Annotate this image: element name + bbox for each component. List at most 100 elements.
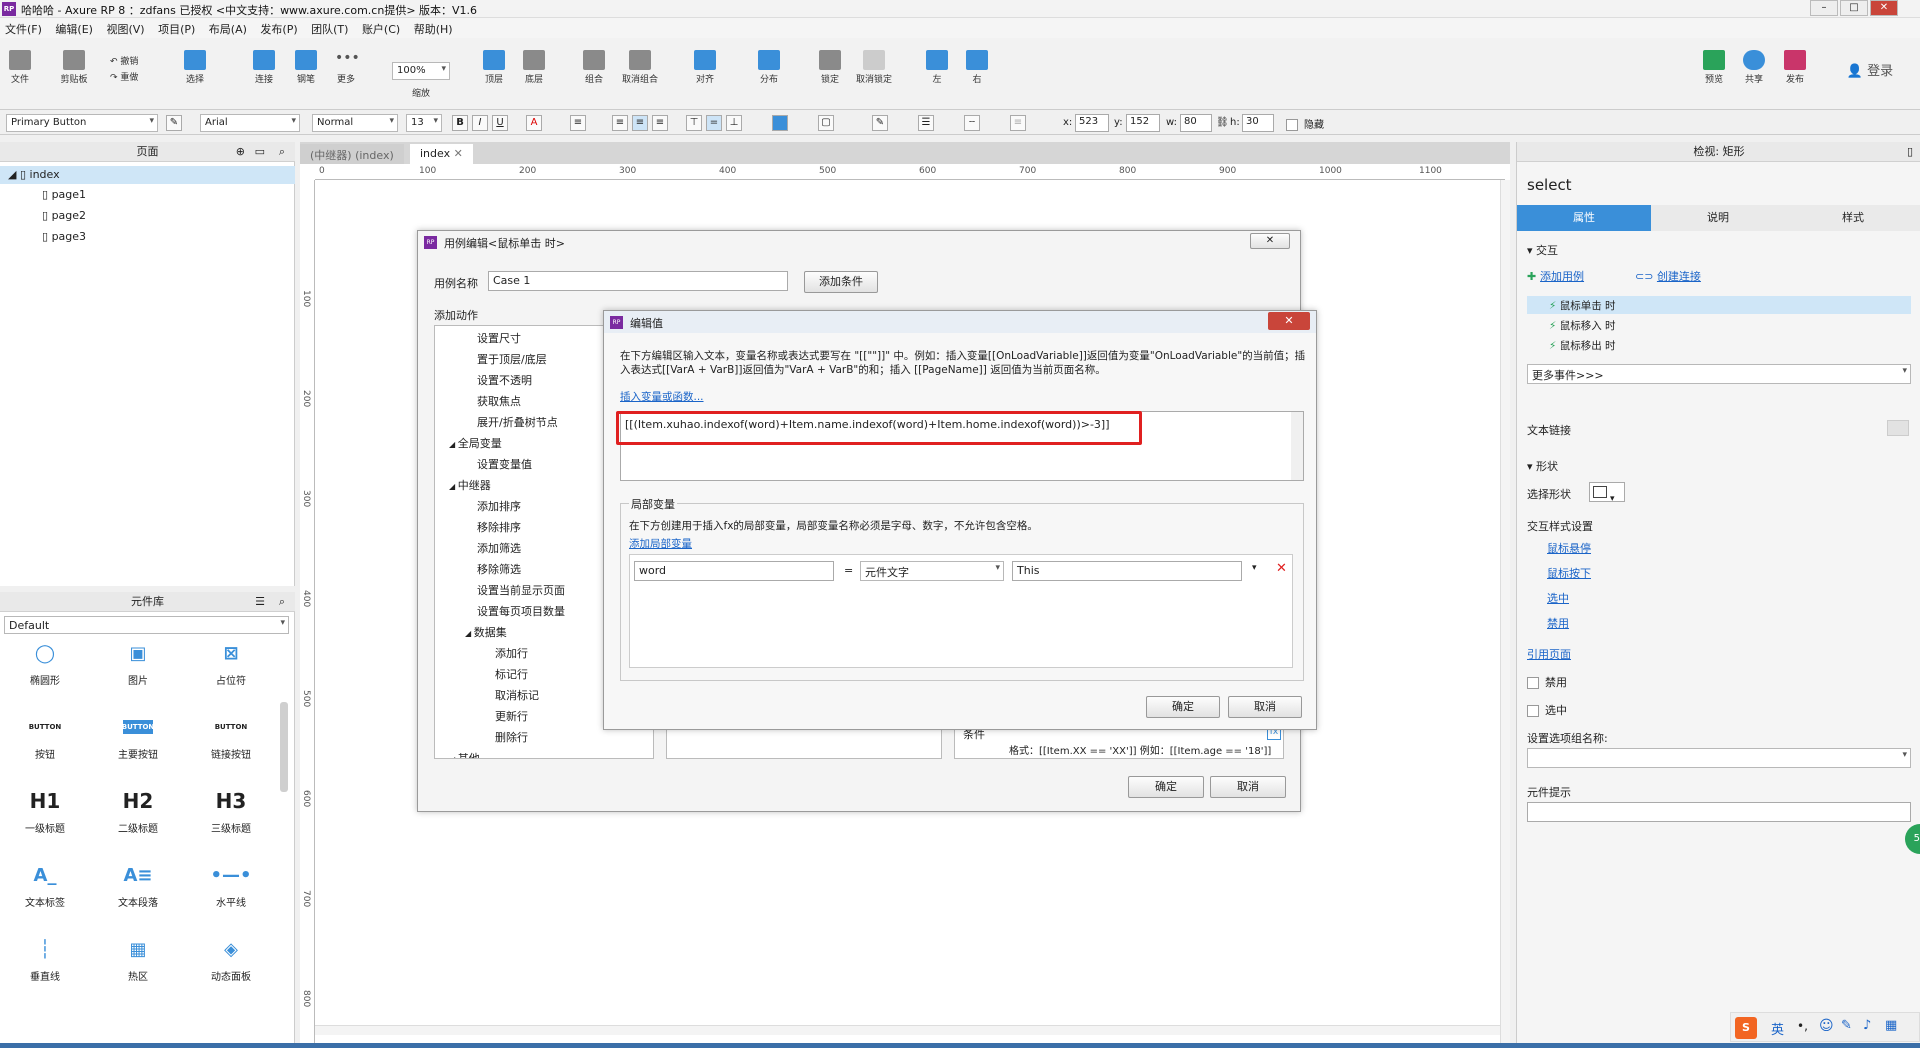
- expand-icon[interactable]: ◢: [449, 482, 458, 491]
- widget-item[interactable]: A≡ 文本段落: [103, 860, 173, 910]
- menu-project[interactable]: 项目(P): [153, 18, 200, 40]
- italic-icon[interactable]: I: [472, 115, 488, 131]
- library-scrollbar[interactable]: [280, 702, 288, 792]
- menu-view[interactable]: 视图(V): [101, 18, 149, 40]
- align-right-icon[interactable]: ≡: [652, 115, 668, 131]
- delete-variable-icon[interactable]: ✕: [1276, 561, 1287, 576]
- shadow-icon[interactable]: ▢: [818, 115, 834, 131]
- interaction-section[interactable]: ▾ 交互: [1527, 242, 1558, 258]
- align-center-icon[interactable]: ≡: [632, 115, 648, 131]
- case-editor-close-icon[interactable]: ✕: [1250, 233, 1290, 249]
- line-width-icon[interactable]: ☰: [918, 115, 934, 131]
- tab-repeater[interactable]: (中继器) (index): [300, 144, 404, 164]
- minimize-icon[interactable]: –: [1810, 0, 1838, 16]
- menu-icon[interactable]: ☰: [255, 592, 265, 612]
- case-cancel-button[interactable]: 取消: [1210, 776, 1286, 798]
- lock-button[interactable]: 锁定: [816, 50, 844, 85]
- font-weight-select[interactable]: Normal: [312, 114, 398, 132]
- disabled-checkbox-box[interactable]: [1527, 677, 1539, 689]
- add-condition-button[interactable]: 添加条件: [804, 271, 878, 293]
- lock-ratio-icon[interactable]: ⛓: [1216, 117, 1229, 128]
- action-tree-item[interactable]: ◢ 中继器: [449, 477, 491, 493]
- expand-icon[interactable]: ◢: [449, 755, 458, 758]
- canvas-vertical-scrollbar[interactable]: [1500, 180, 1510, 1048]
- floating-badge[interactable]: 51: [1905, 824, 1920, 854]
- action-tree-item[interactable]: 添加筛选: [477, 540, 521, 556]
- action-tree-item[interactable]: 添加行: [495, 645, 528, 661]
- local-var-target-input[interactable]: This: [1012, 561, 1242, 581]
- font-color-icon[interactable]: A: [526, 115, 542, 131]
- line-color-icon[interactable]: ✎: [872, 115, 888, 131]
- microphone-icon[interactable]: ♪: [1863, 1018, 1871, 1033]
- widget-item[interactable]: BUTTON 主要按钮: [103, 712, 173, 761]
- undo-button[interactable]: ↶ 撤销: [110, 54, 150, 67]
- widget-item[interactable]: ▣ 图片: [103, 638, 173, 688]
- widget-item[interactable]: ┆ 垂直线: [10, 934, 80, 984]
- case-name-input[interactable]: Case 1: [488, 271, 788, 291]
- action-tree-item[interactable]: 移除筛选: [477, 561, 521, 577]
- expand-icon[interactable]: ◢: [465, 629, 474, 638]
- widget-item[interactable]: ▦ 热区: [103, 934, 173, 984]
- valign-top-icon[interactable]: ⊤: [686, 115, 702, 131]
- event-onclick[interactable]: ⚡ 鼠标单击 时: [1527, 296, 1911, 314]
- bold-icon[interactable]: B: [452, 115, 468, 131]
- local-var-type-select[interactable]: 元件文字: [860, 561, 1004, 581]
- action-tree-item[interactable]: 更新行: [495, 708, 528, 724]
- widget-item[interactable]: ⊠ 占位符: [196, 638, 266, 688]
- font-family-select[interactable]: Arial: [200, 114, 300, 132]
- edit-value-close-icon[interactable]: ✕: [1268, 312, 1310, 330]
- valign-middle-icon[interactable]: =: [706, 115, 722, 131]
- bring-top-button[interactable]: 顶层: [480, 50, 508, 85]
- toolbox-icon[interactable]: ▦: [1885, 1018, 1897, 1033]
- widget-item[interactable]: BUTTON 链接按钮: [196, 712, 266, 761]
- edit-cancel-button[interactable]: 取消: [1228, 696, 1302, 718]
- menu-team[interactable]: 团队(T): [306, 18, 353, 40]
- widget-item[interactable]: H3 三级标题: [196, 786, 266, 835]
- action-tree-item[interactable]: ◢ 数据集: [465, 624, 507, 640]
- login-button[interactable]: 👤 登录: [1840, 60, 1900, 79]
- y-input[interactable]: 152: [1126, 114, 1160, 132]
- local-var-name-input[interactable]: word: [634, 561, 834, 581]
- align-button[interactable]: 对齐: [688, 50, 722, 85]
- more-events-select[interactable]: 更多事件>>>: [1527, 364, 1911, 384]
- publish-button[interactable]: 发布: [1780, 50, 1810, 85]
- action-tree-item[interactable]: 设置变量值: [477, 456, 532, 472]
- action-tree-item[interactable]: 置于顶层/底层: [477, 351, 547, 367]
- tooltip-input[interactable]: [1527, 802, 1911, 822]
- tab-properties[interactable]: 属性: [1517, 205, 1651, 231]
- h-input[interactable]: 30: [1242, 114, 1274, 132]
- zoom-select[interactable]: 100%: [392, 62, 450, 80]
- valign-bottom-icon[interactable]: ⊥: [726, 115, 742, 131]
- widget-item[interactable]: •—• 水平线: [196, 860, 266, 910]
- action-tree-item[interactable]: 删除行: [495, 729, 528, 745]
- ime-language[interactable]: 英: [1771, 1019, 1784, 1038]
- action-tree-item[interactable]: ◢ 其他: [449, 750, 480, 758]
- tab-index[interactable]: index ✕: [410, 144, 473, 164]
- event-mouseenter[interactable]: ⚡ 鼠标移入 时: [1549, 318, 1616, 333]
- sogou-icon[interactable]: S: [1735, 1017, 1757, 1039]
- insert-variable-link[interactable]: 插入变量或函数...: [620, 389, 704, 404]
- action-tree-item[interactable]: 设置当前显示页面: [477, 582, 565, 598]
- fill-color-icon[interactable]: [772, 115, 788, 131]
- reference-page-link[interactable]: 引用页面: [1527, 646, 1571, 662]
- select-button[interactable]: 选择: [178, 50, 212, 85]
- action-tree-item[interactable]: 取消标记: [495, 687, 539, 703]
- ungroup-button[interactable]: 取消组合: [618, 50, 662, 85]
- line-style-icon[interactable]: ┄: [964, 115, 980, 131]
- event-mouseleave[interactable]: ⚡ 鼠标移出 时: [1549, 338, 1616, 353]
- expression-scrollbar[interactable]: [1291, 412, 1303, 480]
- action-tree-item[interactable]: 展开/折叠树节点: [477, 414, 558, 430]
- arrow-style-icon[interactable]: ≡: [1010, 115, 1026, 131]
- target-dropdown-icon[interactable]: ▾: [1252, 563, 1257, 573]
- page-tree-item-page2[interactable]: ▯ page2: [42, 209, 86, 222]
- clipboard-button[interactable]: 剪贴板: [56, 50, 92, 85]
- action-tree-item[interactable]: 设置尺寸: [477, 330, 521, 346]
- page-tree-item-index[interactable]: ◢ ▯ index: [0, 166, 295, 184]
- action-tree-item[interactable]: ◢ 全局变量: [449, 435, 502, 451]
- connect-button[interactable]: 连接: [250, 50, 278, 85]
- underline-icon[interactable]: U: [492, 115, 508, 131]
- library-select[interactable]: Default: [4, 616, 289, 634]
- redo-button[interactable]: ↷ 重做: [110, 70, 150, 83]
- widget-style-select[interactable]: Primary Button: [6, 114, 158, 132]
- add-page-icon[interactable]: ⊕: [236, 142, 245, 162]
